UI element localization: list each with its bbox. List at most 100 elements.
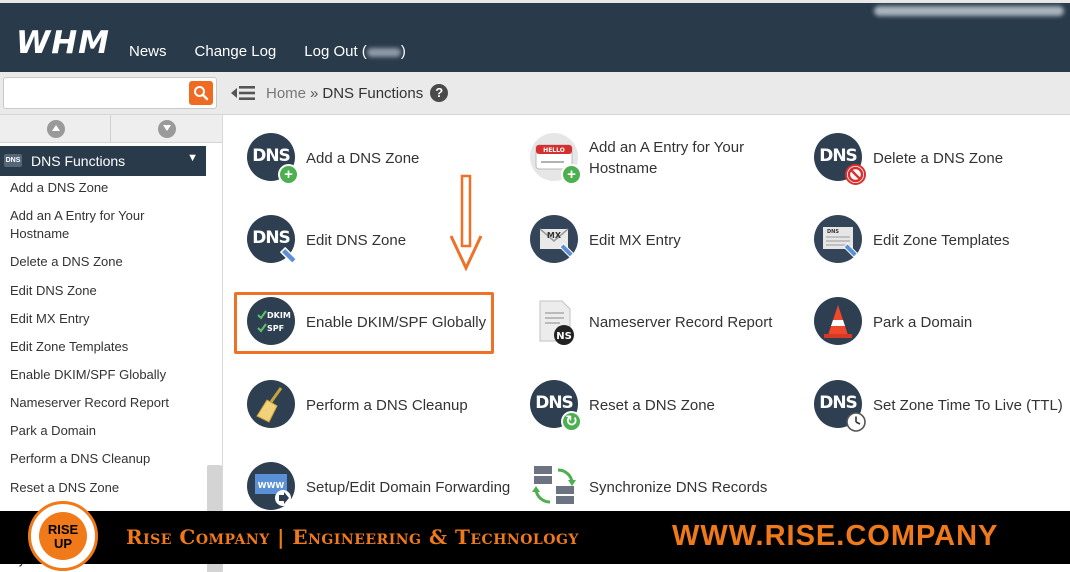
sidebar-section-dns-functions[interactable]: DNS DNS Functions ▼ xyxy=(0,146,206,176)
dns-edit-icon: DNS xyxy=(247,215,298,265)
whm-logo[interactable]: WHM xyxy=(16,25,110,61)
dns-clock-icon: DNS xyxy=(814,380,866,432)
nav-changelog-link[interactable]: Change Log xyxy=(195,43,277,60)
tile-dns-cleanup[interactable]: Perform a DNS Cleanup xyxy=(247,380,468,430)
plus-icon: + xyxy=(278,164,299,185)
tile-label: Enable DKIM/SPF Globally xyxy=(306,313,487,331)
tile-nameserver-report[interactable]: NS Nameserver Record Report xyxy=(530,297,772,347)
tile-edit-mx-entry[interactable]: MX Edit MX Entry xyxy=(530,215,681,265)
tile-domain-forwarding[interactable]: WWW Setup/Edit Domain Forwarding xyxy=(247,462,510,512)
rise-company-logo: RISE UP xyxy=(28,501,98,571)
nav-news-link[interactable]: News xyxy=(129,43,167,60)
footer-url: WWW.RISE.COMPANY xyxy=(672,520,999,552)
hello-tag-text: HELLO xyxy=(543,147,565,154)
template-graphic: DNS xyxy=(814,215,862,263)
sidebar: DNS DNS Functions ▼ Add a DNS Zone Add a… xyxy=(0,115,223,572)
dkim-spf-check-icon: DKIM SPF xyxy=(247,297,297,347)
search-button[interactable] xyxy=(189,81,213,105)
server-sync-icon xyxy=(530,462,580,512)
top-nav: News Change Log Log Out () xyxy=(129,43,434,60)
sidebar-item-edit-zone-templates[interactable]: Edit Zone Templates xyxy=(0,338,206,356)
sidebar-item-edit-dns-zone[interactable]: Edit DNS Zone xyxy=(0,282,206,300)
search-breadcrumb-bar: Home » DNS Functions ? xyxy=(0,72,1070,115)
sidebar-item-edit-mx-entry[interactable]: Edit MX Entry xyxy=(0,310,206,328)
scroll-down-button[interactable] xyxy=(111,115,222,143)
search-icon xyxy=(194,86,209,101)
tile-reset-dns-zone[interactable]: DNS ↻ Reset a DNS Zone xyxy=(530,380,715,432)
dkim-text: DKIM xyxy=(267,311,291,320)
spf-text: SPF xyxy=(267,324,284,333)
tile-delete-dns-zone[interactable]: DNS Delete a DNS Zone xyxy=(814,133,1004,185)
rise-logo-text: RISE UP xyxy=(39,512,87,560)
broom-graphic xyxy=(247,380,295,428)
hello-tag-add-icon: HELLO + xyxy=(530,133,582,185)
ns-text: NS xyxy=(556,331,572,342)
tile-label: Synchronize DNS Records xyxy=(589,478,768,496)
tile-label: Nameserver Record Report xyxy=(589,313,773,331)
dns-template-edit-icon: DNS xyxy=(814,215,864,265)
sidebar-item-add-a-entry[interactable]: Add an A Entry for Your Hostname xyxy=(0,207,206,243)
dns-section-icon: DNS xyxy=(4,154,22,167)
caret-down-icon[interactable]: ▼ xyxy=(187,152,198,164)
logout-suffix: ) xyxy=(400,43,406,60)
tile-add-dns-zone[interactable]: DNS + Add a DNS Zone xyxy=(247,133,420,185)
dns-reset-icon: DNS ↻ xyxy=(530,380,582,432)
clock-icon xyxy=(846,412,866,432)
sidebar-item-delete-dns-zone[interactable]: Delete a DNS Zone xyxy=(0,253,206,271)
sidebar-item-add-dns-zone[interactable]: Add a DNS Zone xyxy=(0,179,206,197)
dns-delete-icon: DNS xyxy=(814,133,866,185)
tile-label: Reset a DNS Zone xyxy=(589,396,715,414)
ns-document-graphic: NS xyxy=(539,300,574,345)
broom-icon xyxy=(247,380,297,430)
tile-edit-dns-zone[interactable]: DNS Edit DNS Zone xyxy=(247,215,406,265)
tile-edit-zone-templates[interactable]: DNS Edit Zone Templates xyxy=(814,215,1009,265)
menu-toggle-icon[interactable] xyxy=(231,83,255,103)
scroll-up-button[interactable] xyxy=(0,115,111,143)
reset-arrow-icon: ↻ xyxy=(561,411,582,432)
breadcrumb-home-link[interactable]: Home xyxy=(266,85,306,102)
breadcrumb-current: DNS Functions xyxy=(322,84,424,102)
traffic-cone-graphic xyxy=(814,297,862,345)
tile-add-a-entry[interactable]: HELLO + Add an A Entry for Your Hostname xyxy=(530,133,759,185)
sidebar-item-enable-dkim-spf[interactable]: Enable DKIM/SPF Globally xyxy=(0,366,206,384)
tile-label: Perform a DNS Cleanup xyxy=(306,396,468,414)
tile-set-zone-ttl[interactable]: DNS Set Zone Time To Live (TTL) xyxy=(814,380,1063,432)
server-sync-graphic xyxy=(532,466,576,504)
main-content: DNS + Add a DNS Zone HELLO + Add an A En… xyxy=(224,116,1070,512)
sidebar-item-park-domain[interactable]: Park a Domain xyxy=(0,422,206,440)
footer-company-text: Rise Company | Engineering & Technology xyxy=(126,525,579,549)
chevron-up-glyph xyxy=(52,125,60,131)
nav-logout-link[interactable]: Log Out () xyxy=(304,43,406,60)
chevron-down-glyph xyxy=(163,125,171,131)
top-header: WHM News Change Log Log Out () xyxy=(0,0,1070,72)
help-icon[interactable]: ? xyxy=(430,84,449,102)
sidebar-item-reset-dns-zone[interactable]: Reset a DNS Zone xyxy=(0,479,206,497)
no-entry-glyph xyxy=(847,166,864,183)
pencil-icon xyxy=(279,246,298,265)
traffic-cone-icon xyxy=(814,297,864,347)
sidebar-scroll-controls xyxy=(0,115,222,143)
ns-report-icon: NS xyxy=(530,297,580,347)
plus-icon: + xyxy=(561,164,582,185)
footer-banner: RISE UP Rise Company | Engineering & Tec… xyxy=(0,501,1070,571)
search-input[interactable] xyxy=(8,81,188,105)
mx-mail-edit-icon: MX xyxy=(530,215,580,265)
dns-add-icon: DNS + xyxy=(247,133,299,185)
tile-label: Edit DNS Zone xyxy=(306,231,407,249)
tile-label: Delete a DNS Zone xyxy=(873,149,1004,167)
tile-enable-dkim-spf[interactable]: DKIM SPF Enable DKIM/SPF Globally xyxy=(247,297,486,347)
sidebar-item-dns-cleanup[interactable]: Perform a DNS Cleanup xyxy=(0,450,206,468)
no-entry-icon xyxy=(845,164,866,185)
www-forward-graphic: WWW xyxy=(247,462,295,510)
tile-label: Add a DNS Zone xyxy=(306,149,420,167)
tile-label: Set Zone Time To Live (TTL) xyxy=(873,396,1063,414)
tile-label: Park a Domain xyxy=(873,313,973,331)
tile-sync-dns-records[interactable]: Synchronize DNS Records xyxy=(530,462,767,512)
mx-envelope-graphic: MX xyxy=(530,215,578,263)
tile-label: Edit MX Entry xyxy=(589,231,681,249)
tile-park-domain[interactable]: Park a Domain xyxy=(814,297,972,347)
blurred-username xyxy=(366,47,401,57)
www-text: WWW xyxy=(258,481,285,490)
dkim-spf-graphic: DKIM SPF xyxy=(247,297,295,345)
sidebar-item-nameserver-report[interactable]: Nameserver Record Report xyxy=(0,394,206,412)
